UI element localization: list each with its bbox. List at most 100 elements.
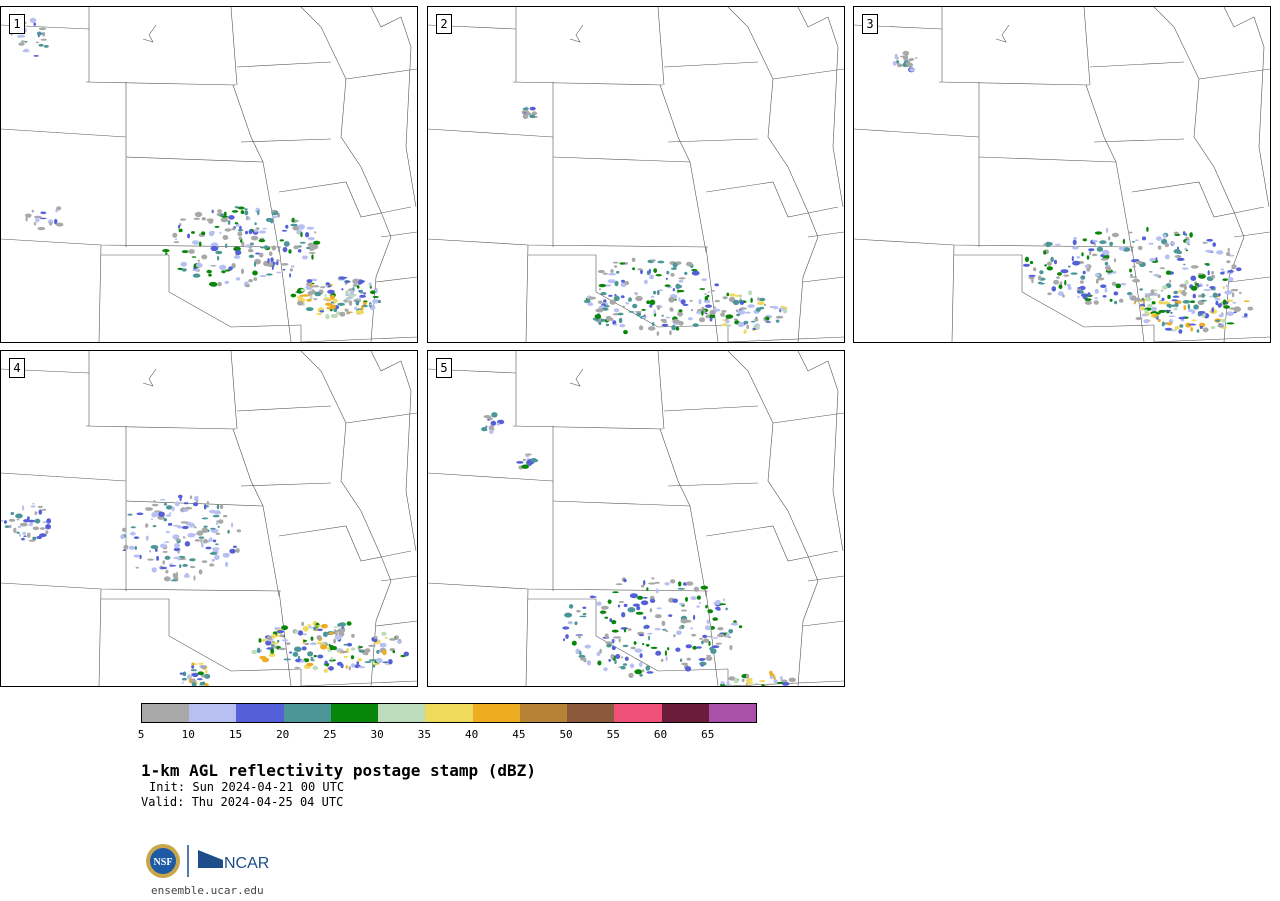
echo-cell: [350, 289, 354, 295]
echo-cell: [187, 532, 196, 538]
echo-cell: [491, 412, 498, 418]
echo-cell: [664, 284, 671, 288]
echo-cell: [690, 596, 698, 600]
echo-cell: [217, 519, 224, 524]
echo-cell: [715, 642, 722, 645]
echo-cell: [698, 601, 701, 605]
echo-cell: [135, 566, 140, 569]
nsf-ncar-logo: NSF NCAR: [146, 844, 269, 878]
echo-cell: [1031, 278, 1034, 284]
echo-cell: [903, 55, 909, 61]
echo-cell: [755, 682, 758, 685]
website-link[interactable]: ensemble.ucar.edu: [151, 884, 264, 897]
echo-cell: [279, 634, 285, 637]
echo-cell: [262, 227, 267, 230]
echo-cell: [1158, 300, 1163, 305]
echo-cell: [1214, 298, 1221, 301]
echo-cell: [173, 556, 181, 560]
echo-cell: [622, 663, 628, 666]
echo-cell: [1106, 268, 1112, 272]
echo-cell: [759, 680, 766, 683]
echo-cell: [616, 270, 620, 274]
echo-cell: [773, 679, 778, 683]
echo-cell: [328, 643, 331, 647]
echo-cell: [122, 549, 127, 551]
echo-cell: [649, 299, 656, 306]
echo-cell: [266, 273, 273, 276]
echo-cell: [382, 661, 388, 664]
echo-cell: [665, 277, 668, 280]
echo-cell: [23, 535, 27, 537]
echo-cell: [217, 281, 222, 287]
echo-cell: [307, 237, 315, 241]
echo-cell: [376, 657, 383, 664]
colorbar-tick-label: 25: [323, 728, 337, 741]
echo-cell: [310, 636, 314, 641]
echo-cell: [33, 55, 39, 57]
echo-cell: [646, 587, 649, 591]
echo-cell: [314, 291, 322, 297]
echo-cell: [611, 645, 616, 651]
echo-cell: [1206, 283, 1209, 287]
echo-cell: [324, 294, 327, 298]
echo-cell: [1166, 303, 1172, 308]
echo-cell: [1108, 236, 1111, 241]
echo-cell: [615, 654, 621, 659]
echo-cell: [33, 222, 37, 226]
echo-cell: [1178, 329, 1183, 334]
echo-cell: [516, 461, 524, 464]
echo-cell: [618, 638, 621, 643]
echo-cell: [266, 262, 274, 267]
echo-cell: [489, 429, 494, 434]
echo-cell: [709, 317, 713, 322]
echo-cell: [1220, 271, 1225, 275]
echo-cell: [16, 531, 20, 534]
echo-cell: [174, 501, 180, 507]
echo-cell: [182, 563, 188, 567]
echo-cell: [1223, 305, 1230, 309]
echo-cell: [1222, 286, 1225, 289]
echo-cell: [757, 297, 760, 301]
echo-cell: [188, 249, 195, 254]
echo-cell: [304, 642, 310, 646]
echo-cell: [624, 281, 630, 285]
echo-cell: [1132, 265, 1136, 268]
echo-cell: [649, 274, 654, 280]
echo-cell: [317, 654, 324, 659]
echo-cell: [675, 647, 681, 652]
echo-cell: [1135, 260, 1143, 265]
echo-cell: [25, 213, 32, 218]
echo-cell: [689, 300, 693, 302]
echo-cell: [716, 607, 721, 611]
colorbar-swatch: [378, 704, 426, 722]
echo-cell: [34, 518, 41, 524]
echo-cell: [204, 673, 211, 679]
echo-cell: [160, 498, 166, 501]
echo-cell: [1166, 310, 1170, 314]
echo-cell: [1173, 290, 1178, 295]
echo-cell: [152, 500, 156, 503]
echo-cell: [661, 323, 669, 327]
echo-cell: [612, 323, 618, 326]
echo-cell: [1190, 300, 1195, 304]
echo-cell: [701, 310, 704, 316]
echo-cell: [1202, 241, 1208, 244]
echo-cell: [894, 53, 898, 60]
echo-cell: [1088, 248, 1095, 252]
echo-cell: [312, 285, 320, 288]
echo-cell: [38, 43, 44, 47]
echo-cell: [712, 617, 718, 621]
echo-cell: [1149, 270, 1153, 273]
echo-cell: [1151, 301, 1156, 305]
reflectivity-echoes: [10, 17, 381, 320]
echo-cell: [313, 298, 318, 301]
echo-cell: [1023, 263, 1030, 267]
echo-cell: [289, 268, 293, 272]
echo-cell: [15, 513, 23, 519]
echo-cell: [216, 519, 219, 526]
echo-cell: [291, 217, 295, 223]
echo-cell: [613, 308, 620, 313]
echo-cell: [180, 521, 189, 524]
echo-cell: [1094, 288, 1099, 294]
echo-cell: [1215, 319, 1220, 322]
